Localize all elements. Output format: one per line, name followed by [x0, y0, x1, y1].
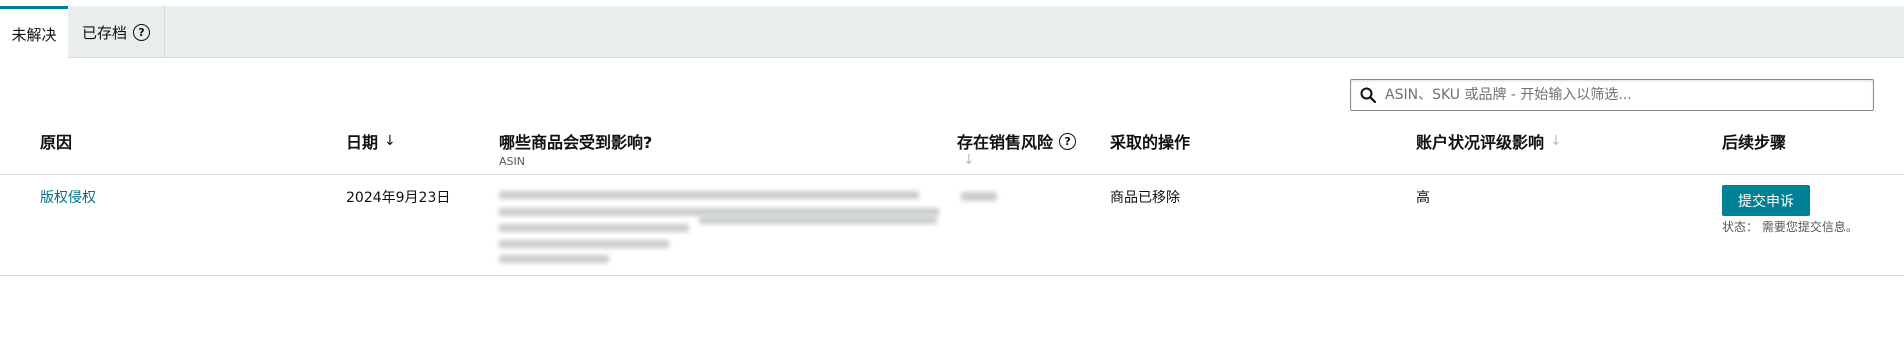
- tab-archived[interactable]: 已存档 ?: [68, 6, 165, 58]
- column-header-affected-items: 哪些商品会受到影响?: [499, 133, 653, 152]
- column-header-reason: 原因: [40, 133, 73, 152]
- search-input[interactable]: [1385, 81, 1873, 109]
- divider: [0, 275, 1904, 276]
- action-cell: 商品已移除: [1110, 190, 1180, 206]
- sort-down-icon[interactable]: ↓: [963, 152, 975, 168]
- column-header-date[interactable]: 日期 ↓: [346, 129, 396, 153]
- sort-down-icon[interactable]: ↓: [1550, 133, 1562, 149]
- column-header-sales-risk[interactable]: 存在销售风险 ?: [957, 129, 1077, 153]
- question-circle-icon[interactable]: ?: [133, 23, 150, 41]
- date-cell: 2024年9月23日: [346, 190, 451, 206]
- column-header-next-steps: 后续步骤: [1722, 133, 1787, 152]
- column-subheader-asin: ASIN: [499, 155, 525, 168]
- status-text: 状态： 需要您提交信息。: [1722, 220, 1858, 234]
- tab-unresolved[interactable]: 未解决: [0, 6, 68, 59]
- search-box: [1350, 79, 1874, 111]
- search-icon: [1351, 80, 1385, 110]
- tab-bar: 未解决 已存档 ?: [0, 6, 1904, 59]
- column-header-action-taken: 采取的操作: [1110, 133, 1191, 152]
- column-header-account-health-impact[interactable]: 账户状况评级影响 ↓: [1416, 129, 1562, 153]
- divider: [0, 174, 1904, 175]
- tab-label: 未解决: [11, 25, 57, 44]
- submit-appeal-button[interactable]: 提交申诉: [1722, 185, 1810, 216]
- redacted-risk-value: [961, 192, 997, 201]
- tab-label: 已存档: [81, 23, 127, 42]
- question-circle-icon[interactable]: ?: [1059, 132, 1077, 150]
- reason-link[interactable]: 版权侵权: [40, 187, 96, 207]
- sort-down-icon[interactable]: ↓: [384, 133, 396, 149]
- impact-cell: 高: [1416, 190, 1430, 206]
